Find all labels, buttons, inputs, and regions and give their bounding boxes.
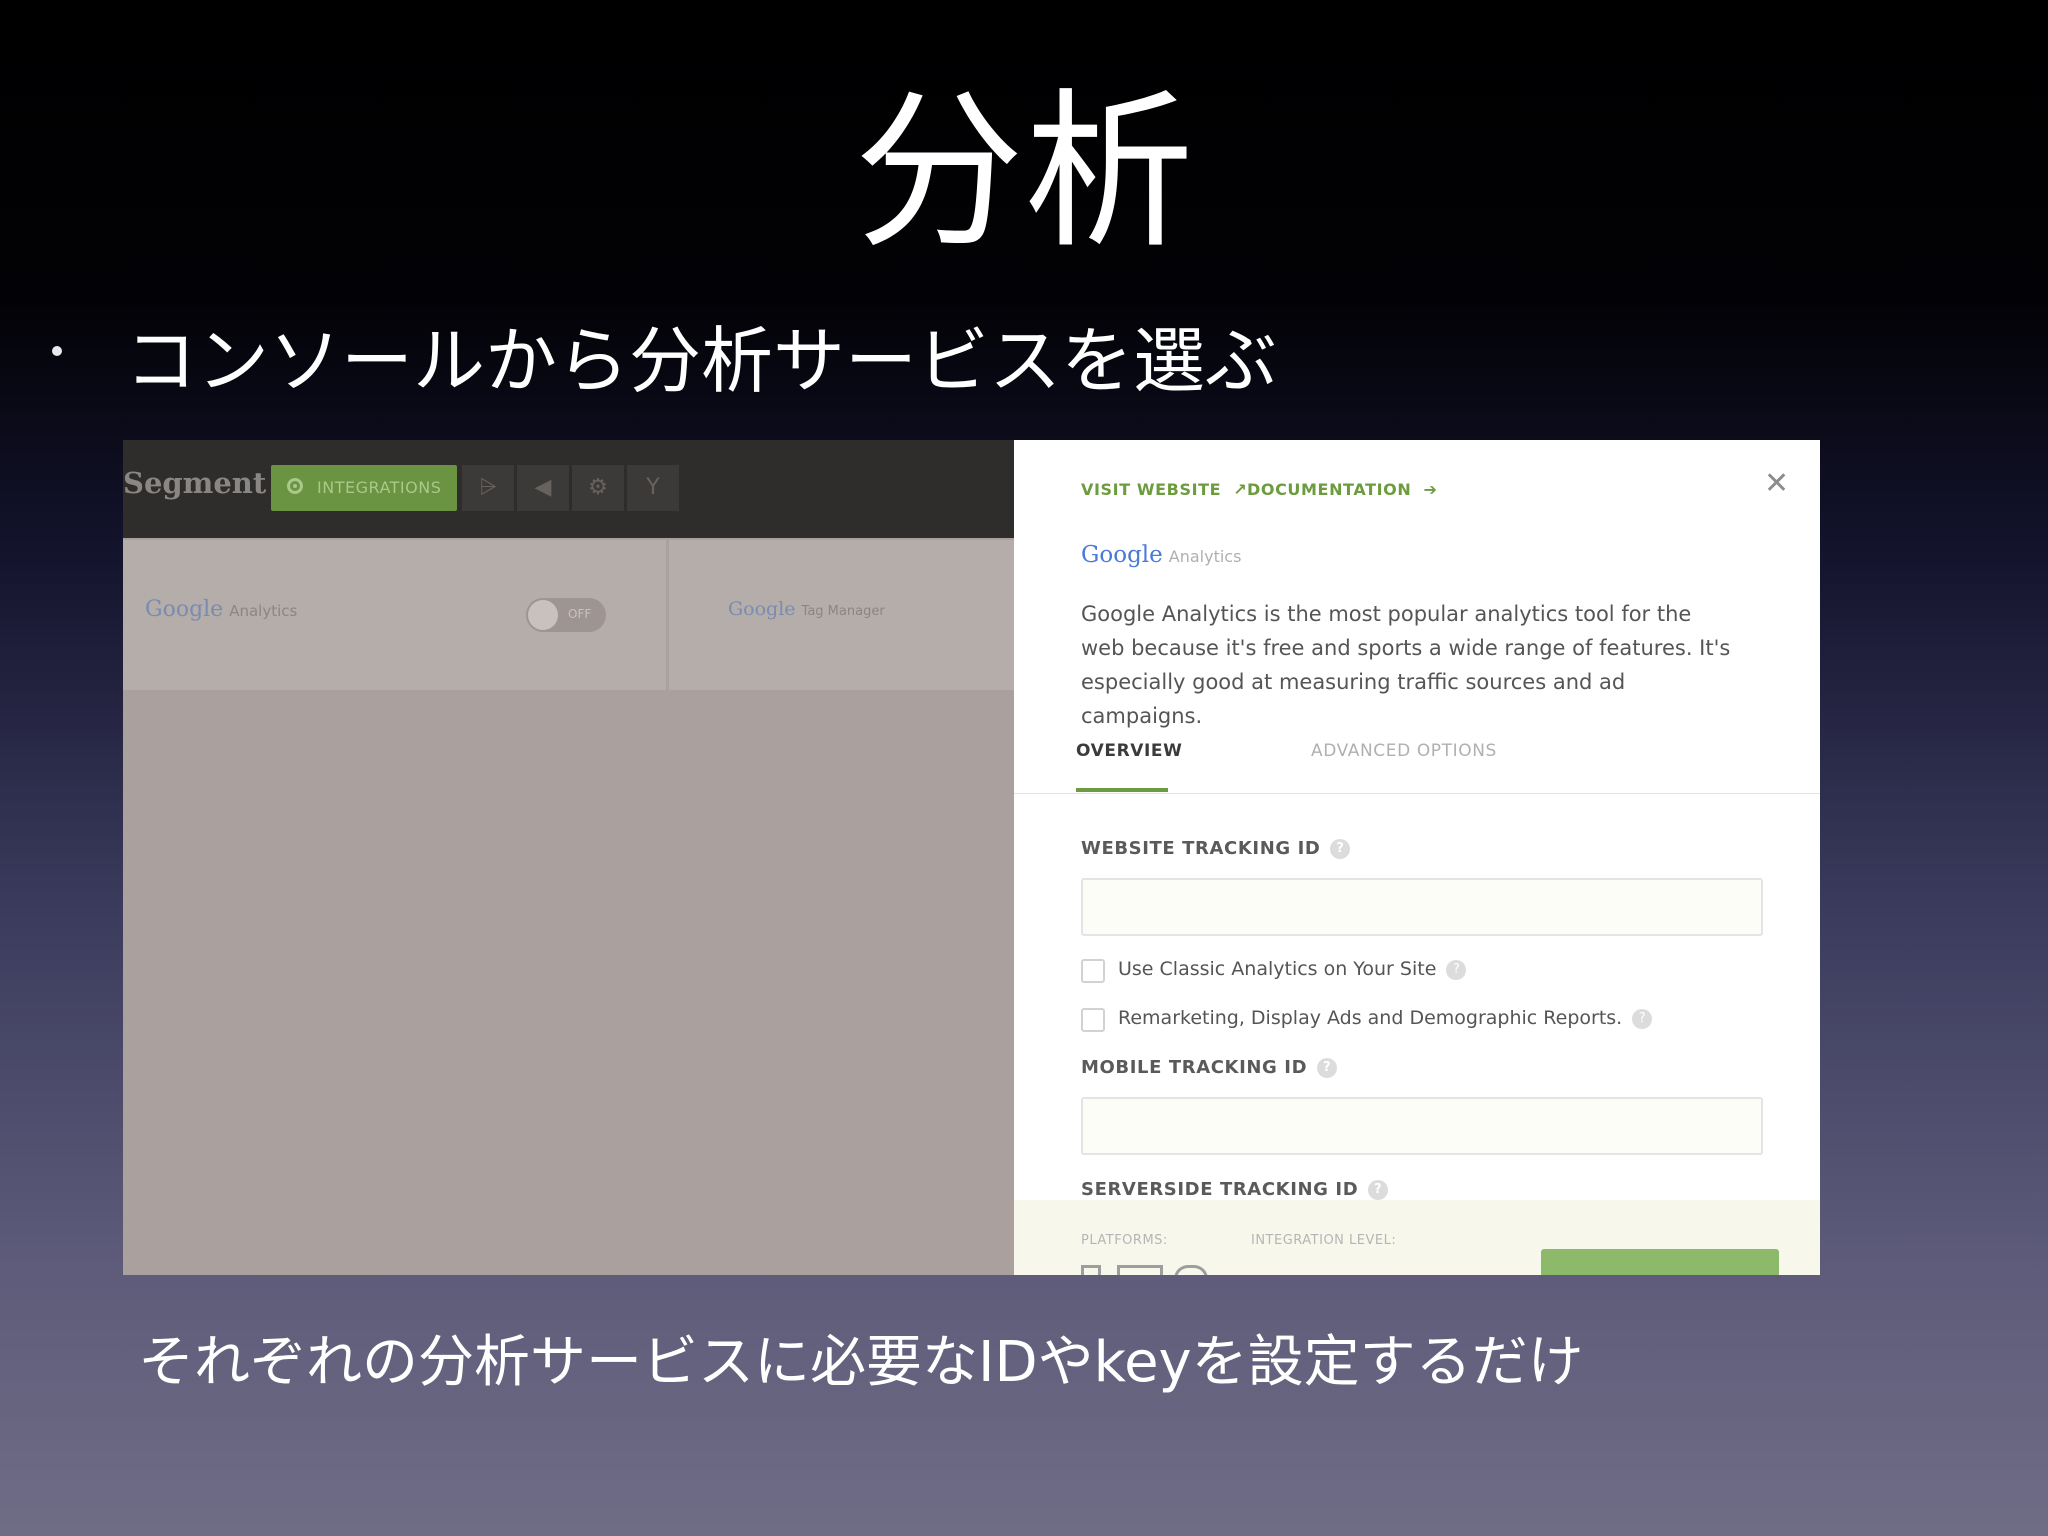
panel-product-name: Analytics — [1168, 547, 1242, 566]
help-icon[interactable]: ? — [1330, 839, 1351, 859]
integration-level-label: INTEGRATION LEVEL: — [1251, 1233, 1397, 1248]
website-tracking-id-input[interactable] — [1081, 878, 1763, 936]
google-analytics-logo: Google Analytics — [1081, 542, 1241, 568]
help-icon[interactable]: ? — [1368, 1180, 1389, 1200]
tab-divider — [1014, 793, 1820, 794]
visit-website-link[interactable]: VISIT WEBSITE ↗ — [1081, 480, 1247, 499]
website-tracking-id-text: WEBSITE TRACKING ID — [1081, 838, 1321, 859]
web-platform-icon — [1117, 1265, 1163, 1275]
google-logo: Google — [1081, 542, 1163, 568]
gear-icon[interactable]: ⚙ — [572, 465, 624, 511]
help-icon[interactable]: ? — [1446, 959, 1467, 980]
brand-logo: Segment — [123, 466, 267, 500]
nav-integrations-tab[interactable]: INTEGRATIONS — [271, 465, 457, 511]
integrations-icon — [287, 478, 303, 494]
integration-description: Google Analytics is the most popular ana… — [1081, 602, 1731, 728]
mobile-tracking-id-label: MOBILE TRACKING ID? — [1081, 1057, 1338, 1078]
external-link-icon: ↗ — [1233, 480, 1248, 499]
debugger-icon[interactable]: Y — [627, 465, 679, 511]
google-tag-manager-card-logo: Google Tag Manager — [728, 598, 885, 620]
integration-settings-panel: VISIT WEBSITE ↗ DOCUMENTATION ➔ ✕ Google… — [1014, 440, 1820, 1275]
visit-website-label: VISIT WEBSITE — [1081, 480, 1222, 499]
panel-footer: PLATFORMS: INTEGRATION LEVEL: — [1014, 1200, 1820, 1275]
mobile-tracking-id-input[interactable] — [1081, 1097, 1763, 1155]
tab-overview[interactable]: OVERVIEW — [1076, 741, 1183, 761]
classic-analytics-text: Use Classic Analytics on Your Site — [1118, 958, 1437, 980]
save-button[interactable] — [1541, 1249, 1779, 1275]
classic-analytics-label: Use Classic Analytics on Your Site? — [1118, 958, 1467, 980]
documentation-label: DOCUMENTATION — [1247, 480, 1412, 499]
bullet-point-icon — [52, 346, 62, 356]
website-tracking-id-label: WEBSITE TRACKING ID? — [1081, 838, 1351, 859]
remarketing-checkbox[interactable] — [1081, 1008, 1105, 1032]
active-tab-indicator — [1076, 788, 1168, 792]
app-top-bar: Segment INTEGRATIONS ⩥ ◀ ⚙ Y — [123, 440, 1014, 538]
help-icon[interactable]: ? — [1317, 1058, 1338, 1078]
arrow-right-icon: ➔ — [1423, 480, 1438, 499]
embedded-screenshot: Segment INTEGRATIONS ⩥ ◀ ⚙ Y Google Analy… — [123, 440, 1820, 1275]
integrations-backdrop: Segment INTEGRATIONS ⩥ ◀ ⚙ Y Google Analy… — [123, 440, 1014, 1275]
chart-icon[interactable]: ⩥ — [462, 465, 514, 511]
close-icon[interactable]: ✕ — [1764, 466, 1789, 501]
nav-integrations-label: INTEGRATIONS — [317, 478, 442, 497]
serverside-tracking-id-text: SERVERSIDE TRACKING ID — [1081, 1179, 1359, 1200]
google-analytics-card-logo: Google Analytics — [145, 597, 297, 622]
tab-advanced-options[interactable]: ADVANCED OPTIONS — [1311, 741, 1497, 761]
google-logo: Google — [728, 598, 796, 620]
help-icon[interactable]: ? — [1632, 1008, 1653, 1029]
enable-toggle[interactable]: OFF — [526, 598, 606, 632]
megaphone-icon[interactable]: ◀ — [517, 465, 569, 511]
toggle-knob — [528, 600, 558, 630]
slide-title: 分析 — [853, 74, 1194, 272]
platforms-label: PLATFORMS: — [1081, 1233, 1168, 1248]
documentation-link[interactable]: DOCUMENTATION ➔ — [1247, 480, 1438, 499]
google-logo: Google — [145, 597, 224, 622]
mobile-tracking-id-text: MOBILE TRACKING ID — [1081, 1057, 1308, 1078]
mobile-platform-icon — [1081, 1265, 1101, 1275]
slide-caption: それぞれの分析サービスに必要なIDやkeyを設定するだけ — [138, 1330, 1584, 1395]
remarketing-label: Remarketing, Display Ads and Demographic… — [1118, 1007, 1653, 1029]
toggle-state: OFF — [568, 607, 592, 621]
bullet-text: コンソールから分析サービスを選ぶ — [125, 319, 1278, 403]
server-platform-icon — [1174, 1265, 1208, 1275]
serverside-tracking-id-label: SERVERSIDE TRACKING ID? — [1081, 1179, 1389, 1200]
classic-analytics-checkbox[interactable] — [1081, 959, 1105, 983]
card-product-name: Tag Manager — [801, 604, 885, 619]
remarketing-text: Remarketing, Display Ads and Demographic… — [1118, 1007, 1623, 1029]
card-product-name: Analytics — [229, 602, 298, 620]
